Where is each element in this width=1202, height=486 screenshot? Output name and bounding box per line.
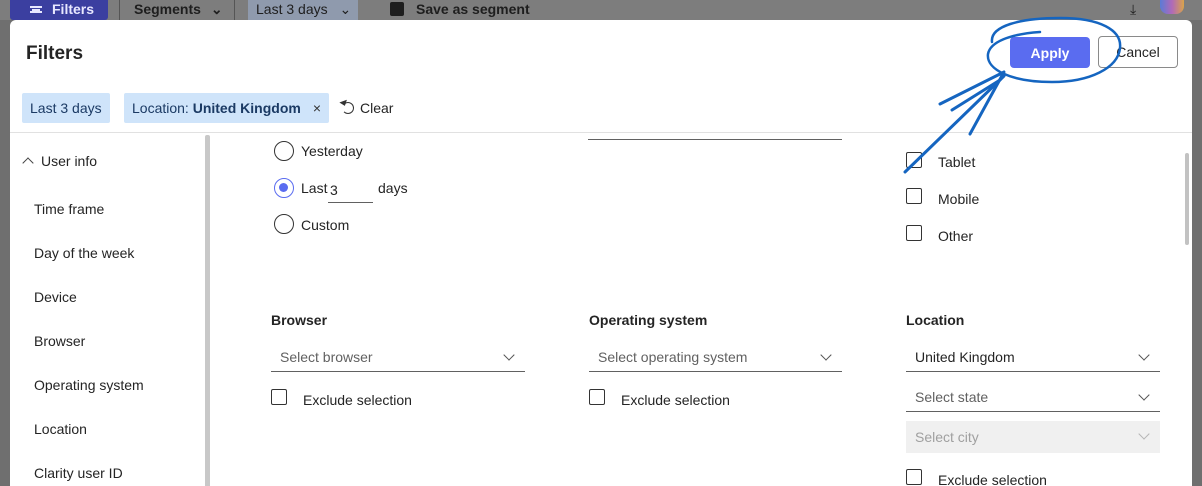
copilot-icon [1160,0,1184,14]
background-toolbar: Filters Segments ⌄ Last 3 days ⌄ Save as… [0,0,1202,20]
close-icon[interactable]: × [313,93,321,123]
os-exclude-label: Exclude selection [621,392,730,408]
nav-item-time-frame[interactable]: Time frame [34,201,104,217]
chip-location[interactable]: Location: United Kingdom × [124,93,329,123]
location-exclude-label: Exclude selection [938,472,1047,486]
radio-custom-label: Custom [301,217,350,233]
bg-date-label: Last 3 days [256,1,328,17]
bg-filters-button: Filters [10,0,108,20]
bg-date-button: Last 3 days ⌄ [248,0,358,20]
bg-segments-label: Segments [134,1,201,17]
browser-exclude-label: Exclude selection [303,392,412,408]
nav-section-user-info[interactable]: User info [22,153,98,169]
filters-panel: Filters Apply Cancel Last 3 days Locatio… [10,20,1192,486]
chevron-down-icon [1138,389,1150,401]
country-select-value: United Kingdom [915,349,1015,365]
save-icon [390,2,404,16]
radio-custom[interactable] [274,214,294,234]
days-count-input[interactable] [328,177,373,203]
chip-location-prefix: Location: [132,100,189,116]
checkbox-browser-exclude[interactable] [271,389,287,405]
undo-icon [342,102,354,114]
cancel-button[interactable]: Cancel [1098,36,1178,68]
radio-last-n-days[interactable] [274,178,294,198]
nav-item-day-of-week[interactable]: Day of the week [34,245,134,261]
nav-item-device[interactable]: Device [34,289,77,305]
checkbox-other[interactable] [906,225,922,241]
nav-item-clarity-user-id[interactable]: Clarity user ID [34,465,123,481]
os-label: Operating system [589,312,708,328]
panel-title: Filters [26,43,84,64]
bg-segments-button: Segments ⌄ [134,0,223,20]
checkbox-tablet[interactable] [906,152,922,168]
city-select-placeholder: Select city [915,429,979,445]
divider [234,0,235,20]
chevron-down-icon [820,349,832,361]
content-scrollbar[interactable] [1185,153,1189,245]
clear-button[interactable]: Clear [342,100,393,116]
browser-label: Browser [271,312,328,328]
state-select[interactable]: Select state [906,382,1160,412]
chevron-down-icon [503,349,515,361]
checkbox-mobile[interactable] [906,188,922,204]
nav-section-label: User info [41,153,98,169]
chevron-up-icon [22,157,34,169]
browser-select-placeholder: Select browser [280,349,373,365]
apply-button[interactable]: Apply [1010,37,1090,68]
chip-date-range[interactable]: Last 3 days [22,93,110,123]
radio-last-label: Last [301,180,328,196]
chevron-down-icon: ⌄ [210,1,223,17]
clear-label: Clear [360,100,394,116]
nav-scrollbar[interactable] [205,135,210,486]
chip-location-value: United Kingdom [192,100,301,116]
radio-yesterday-label: Yesterday [301,143,363,159]
bg-save-label: Save as segment [416,1,530,17]
bg-filters-label: Filters [52,1,95,17]
days-label: days [378,180,408,196]
checkbox-other-label: Other [938,228,974,244]
nav-item-browser[interactable]: Browser [34,333,85,349]
field-underline [588,139,842,140]
checkbox-mobile-label: Mobile [938,191,980,207]
location-label: Location [906,312,965,328]
os-select[interactable]: Select operating system [589,342,842,372]
bg-save-segment-button: Save as segment [390,0,530,20]
nav-item-operating-system[interactable]: Operating system [34,377,144,393]
filter-icon [30,6,42,13]
chevron-down-icon [1138,428,1150,440]
chip-date-label: Last 3 days [30,100,102,116]
filter-nav: User info Time frame Day of the week Dev… [10,133,210,486]
chevron-down-icon [1138,349,1150,361]
checkbox-tablet-label: Tablet [938,154,976,170]
browser-select[interactable]: Select browser [271,342,525,372]
nav-item-location[interactable]: Location [34,421,87,437]
chevron-down-icon: ⌄ [339,1,352,17]
checkbox-os-exclude[interactable] [589,389,605,405]
checkbox-location-exclude[interactable] [906,469,922,485]
download-icon: ⤓ [1130,1,1137,17]
country-select[interactable]: United Kingdom [906,342,1160,372]
state-select-placeholder: Select state [915,389,989,405]
radio-yesterday[interactable] [274,141,294,161]
city-select: Select city [906,421,1160,453]
os-select-placeholder: Select operating system [598,349,748,365]
divider [119,0,120,20]
